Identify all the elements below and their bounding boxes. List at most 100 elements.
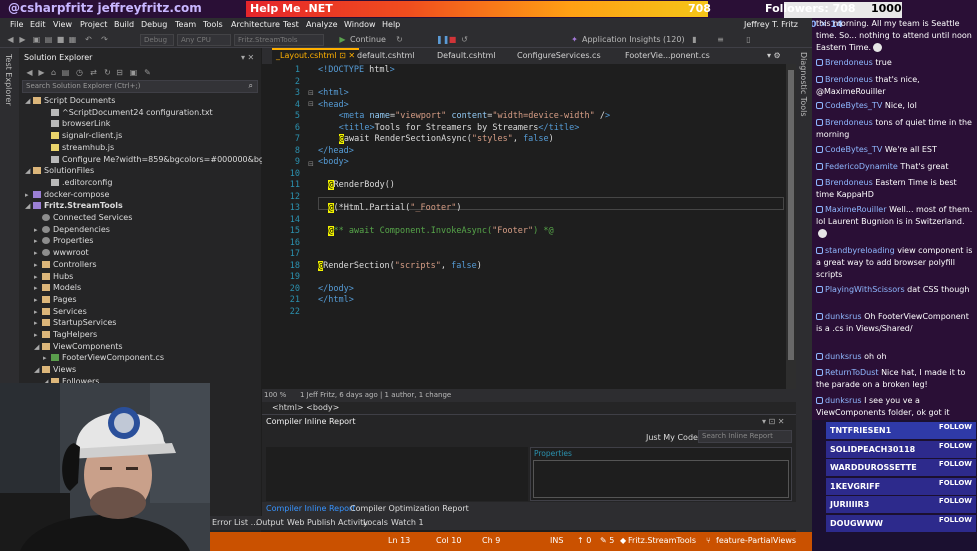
panel-pin-close-icons[interactable]: ▾ ✕ [241,53,254,62]
tree-item[interactable]: ▸ Dependencies [34,225,110,236]
code-line[interactable]: @(*Html.Partial("_Footer") [328,203,461,213]
expand-arrow-icon[interactable]: ◢ [25,167,33,175]
tree-item[interactable]: .editorconfig [43,178,112,189]
tab-error-list[interactable]: Error List ... [212,518,258,527]
status-repository[interactable]: Fritz.StreamTools [628,536,696,545]
tree-item[interactable]: ▸ Pages [34,295,77,306]
fold-html-icon[interactable]: ⊟ [308,89,314,97]
menu-view[interactable]: View [53,20,72,29]
expand-arrow-icon[interactable]: ▸ [34,261,42,269]
signed-in-user[interactable]: Jeffrey T. Fritz [744,20,798,29]
tab-default-cshtml[interactable]: Default.cshtml [437,51,496,60]
chat-username[interactable]: CodeBytes_TV [825,101,882,110]
chat-username[interactable]: Brendoneus [825,75,873,84]
home-icon[interactable]: ⌂ [49,68,58,77]
chat-username[interactable]: MaximeRouiller [825,205,887,214]
status-char[interactable]: Ch 9 [482,536,500,545]
code-line[interactable]: <body> [318,157,349,167]
chat-username[interactable]: dunksrus [825,396,862,405]
tree-item[interactable]: ▸ docker-compose [25,190,109,201]
tab-configureservices-cs[interactable]: ConfigureServices.cs [517,51,601,60]
sync-icon[interactable]: ⇄ [89,68,98,77]
chat-username[interactable]: dunksrus [825,312,862,321]
tree-item[interactable]: ▸ Controllers [34,260,97,271]
status-branch[interactable]: feature-PartialViews [716,536,796,545]
code-line[interactable]: <!DOCTYPE html> [318,65,395,75]
redo-icon[interactable]: ↷ [100,35,109,44]
properties-icon[interactable]: ✎ [143,68,152,77]
expand-arrow-icon[interactable]: ▸ [43,354,51,362]
app-insights-button[interactable]: Application Insights (120) [582,35,685,44]
collapse-all-icon[interactable]: ⊟ [115,68,124,77]
tree-item[interactable]: ▸ Services [34,307,87,318]
save-icon[interactable]: ■ [56,35,65,44]
status-pending-changes[interactable]: ✎ 5 [600,536,614,545]
tab-compiler-optimization-report[interactable]: Compiler Optimization Report [350,504,469,513]
scrollbar-thumb[interactable] [788,70,794,360]
tree-item[interactable]: ▸ StartupServices [34,318,116,329]
chat-username[interactable]: CodeBytes_TV [825,145,882,154]
tab-layout-cshtml[interactable]: _Layout.cshtml ⊡ ✕ [272,48,360,64]
stop-icon[interactable]: ■ [448,35,457,44]
report-search-input[interactable]: Search Inline Report [698,430,792,443]
menu-analyze[interactable]: Analyze [306,20,338,29]
bookmark-next-icon[interactable]: ▯ [744,35,753,44]
tree-item[interactable]: ▸ Hubs [34,272,73,283]
tree-item[interactable]: ▸ FooterViewComponent.cs [43,353,164,364]
expand-arrow-icon[interactable]: ◢ [34,366,42,374]
tree-item[interactable]: ◢ SolutionFiles [25,166,94,177]
status-insert-mode[interactable]: INS [550,536,563,545]
expand-arrow-icon[interactable]: ▸ [34,331,42,339]
show-all-files-icon[interactable]: ▣ [129,68,138,77]
tree-item[interactable]: ◢ Views [34,365,76,376]
continue-button[interactable]: Continue [350,35,386,44]
just-my-code-toggle[interactable]: Just My Code [646,433,698,442]
chat-username[interactable]: Brendoneus [825,178,873,187]
menu-architecture[interactable]: Architecture [231,20,280,29]
code-line[interactable]: </body> [318,284,354,294]
expand-arrow-icon[interactable]: ▸ [34,284,42,292]
codelens-info[interactable]: 1 Jeff Fritz, 6 days ago | 1 author, 1 c… [300,391,451,399]
tree-item[interactable]: ▸ wwwroot [34,248,89,259]
code-line[interactable]: @RenderBody() [328,180,395,190]
pending-changes-icon[interactable]: ◷ [75,68,84,77]
code-line[interactable]: <title>Tools for Streamers by Streamers<… [339,123,580,133]
comment-icon[interactable]: ≡ [716,35,725,44]
open-icon[interactable]: ▤ [44,35,53,44]
code-line[interactable]: <html> [318,88,349,98]
tab-watch-1[interactable]: Watch 1 [391,518,424,527]
chat-username[interactable]: FedericoDynamite [825,162,898,171]
solution-search-input[interactable]: Search Solution Explorer (Ctrl+;) ⌕ [22,80,258,93]
tree-item[interactable]: ▸ Properties [34,236,93,247]
menu-tools[interactable]: Tools [203,20,223,29]
chat-username[interactable]: ReturnToDust [825,368,879,377]
code-line[interactable]: </head> [318,146,354,156]
tree-item[interactable]: browserLink [43,119,110,130]
expand-arrow-icon[interactable]: ◢ [25,97,33,105]
code-line[interactable]: @RenderSection("scripts", false) [318,260,482,271]
tab-footerviewcomponent-cs[interactable]: FooterVie...ponent.cs [625,51,710,60]
menu-window[interactable]: Window [344,20,376,29]
startup-project-select[interactable]: Fritz.StreamTools [234,34,324,46]
code-line[interactable]: </html> [318,295,354,305]
tab-web-publish-activity[interactable]: Web Publish Activity [287,518,368,527]
expand-arrow-icon[interactable]: ◢ [25,202,33,210]
tree-item[interactable]: ▸ Models [34,283,81,294]
menu-test[interactable]: Test [283,20,299,29]
expand-arrow-icon[interactable]: ◢ [34,343,42,351]
chat-username[interactable]: standbyreloading [825,246,895,255]
refresh-icon[interactable]: ↻ [395,35,404,44]
menu-project[interactable]: Project [80,20,107,29]
pin-icon[interactable]: ⊡ ✕ [339,51,355,60]
bookmark-icon[interactable]: ▮ [690,35,699,44]
tree-item[interactable]: ◢ ViewComponents [34,342,123,353]
diagnostic-tools-tab[interactable]: Diagnostic Tools [799,52,808,117]
tab-compiler-inline-report[interactable]: Compiler Inline Report [266,504,355,513]
search-icon[interactable]: ⌕ [249,81,253,91]
tab-output[interactable]: Output [256,518,284,527]
pause-icon[interactable]: ❚❚ [436,35,449,44]
refresh-icon[interactable]: ↻ [103,68,112,77]
switch-views-icon[interactable]: ▤ [61,68,70,77]
expand-arrow-icon[interactable]: ▸ [34,319,42,327]
menu-team[interactable]: Team [175,20,196,29]
